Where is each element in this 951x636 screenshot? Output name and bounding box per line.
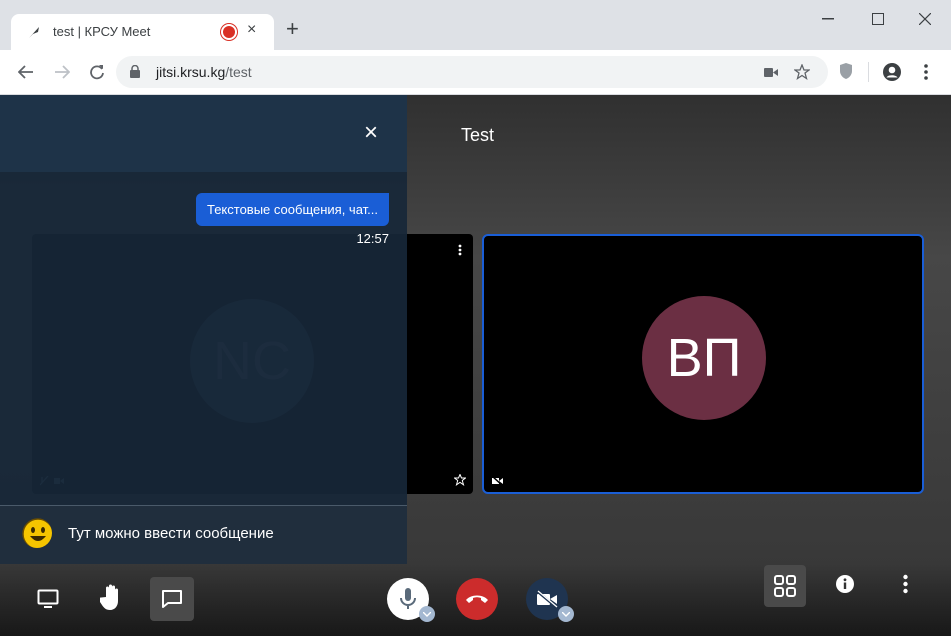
tile-menu-icon[interactable]: [458, 244, 462, 256]
meeting-area: Test NC ВП × Текстовые сообщения, чат...…: [0, 95, 951, 636]
forward-icon[interactable]: [54, 65, 70, 79]
browser-menu-icon[interactable]: [924, 64, 928, 80]
address-bar[interactable]: jitsi.krsu.kg/test: [116, 56, 828, 88]
tab-close-icon[interactable]: ×: [247, 21, 256, 39]
profile-icon[interactable]: [882, 62, 902, 82]
camera-options-icon[interactable]: [558, 606, 574, 622]
participant-tile-vp[interactable]: ВП: [482, 234, 924, 494]
url-host: jitsi.krsu.kg: [156, 64, 226, 80]
avatar-vp: ВП: [642, 296, 766, 420]
chat-input-area[interactable]: Тут можно ввести сообщение: [0, 505, 407, 564]
meeting-toolbox: [0, 563, 951, 636]
chat-panel: × Текстовые сообщения, чат... 12:57 Тут …: [0, 95, 407, 564]
chat-message-time: 12:57: [356, 231, 389, 246]
chat-header: ×: [0, 95, 407, 172]
screen-share-icon: [37, 589, 59, 608]
chat-button[interactable]: [150, 577, 194, 621]
url-path: /test: [225, 64, 252, 80]
camera-in-use-icon[interactable]: [764, 68, 778, 77]
tile-view-icon: [774, 575, 796, 597]
reload-icon[interactable]: [89, 64, 105, 80]
pin-star-icon[interactable]: [454, 474, 466, 486]
browser-tab[interactable]: test | КРСУ Meet ×: [11, 14, 274, 50]
chat-icon: [162, 590, 182, 608]
back-icon[interactable]: [18, 65, 34, 79]
avatar-vp-initials: ВП: [666, 328, 742, 388]
meeting-title: Test: [461, 125, 495, 145]
more-icon: [902, 574, 908, 594]
maximize-icon[interactable]: [872, 13, 884, 25]
hangup-icon: [466, 595, 488, 603]
screen-share-button[interactable]: [33, 584, 63, 614]
feather-icon: [29, 27, 39, 38]
microphone-options-icon[interactable]: [419, 606, 435, 622]
url-text: jitsi.krsu.kg/test: [156, 64, 252, 80]
lock-icon: [130, 65, 140, 78]
bookmark-star-icon[interactable]: [794, 64, 810, 80]
raise-hand-button[interactable]: [95, 580, 129, 614]
minimize-icon[interactable]: [822, 18, 834, 20]
chat-message-input[interactable]: Тут можно ввести сообщение: [68, 525, 274, 542]
new-tab-button[interactable]: +: [286, 18, 299, 40]
camera-button[interactable]: [526, 578, 574, 622]
extension-shield-icon[interactable]: [840, 63, 852, 79]
recording-indicator-icon: [223, 26, 235, 38]
browser-tabstrip: test | КРСУ Meet × +: [0, 0, 951, 50]
window-close-icon[interactable]: [919, 13, 931, 25]
tab-title: test | КРСУ Meet: [53, 24, 151, 39]
raise-hand-icon: [100, 584, 118, 610]
microphone-icon: [400, 588, 416, 609]
info-button[interactable]: [832, 571, 858, 597]
chat-close-icon[interactable]: ×: [364, 121, 378, 145]
toolbar-divider: [868, 62, 869, 82]
chat-message: Текстовые сообщения, чат...: [195, 193, 389, 226]
tile-view-button[interactable]: [764, 565, 806, 607]
more-actions-button[interactable]: [896, 571, 914, 597]
microphone-button[interactable]: [387, 578, 435, 622]
camera-off-icon: [536, 590, 558, 608]
info-icon: [836, 575, 854, 593]
camera-off-status-icon: [492, 476, 504, 486]
emoji-icon[interactable]: [22, 518, 52, 548]
browser-toolbar: jitsi.krsu.kg/test: [0, 50, 951, 95]
hangup-button[interactable]: [456, 578, 498, 620]
